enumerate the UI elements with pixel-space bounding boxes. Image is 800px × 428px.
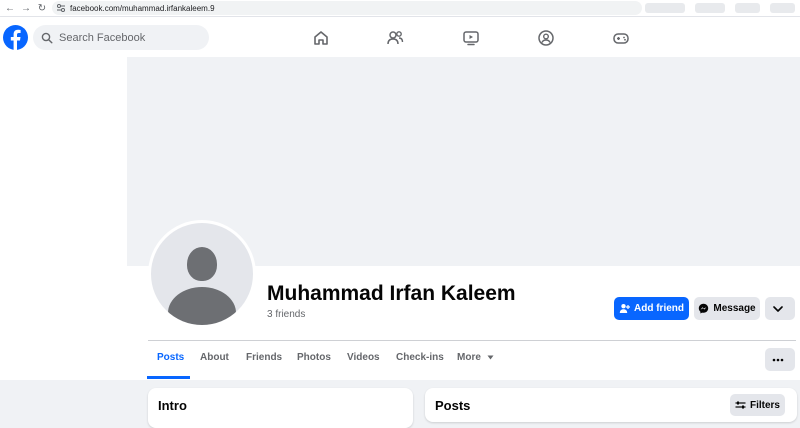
extension-icon[interactable] (645, 3, 685, 13)
tab-posts[interactable]: Posts (157, 352, 184, 363)
back-icon[interactable]: ← (4, 2, 16, 14)
facebook-logo-icon[interactable] (3, 25, 28, 50)
add-friend-icon (619, 304, 630, 313)
search-input[interactable]: Search Facebook (33, 25, 209, 50)
reload-icon[interactable]: ↻ (36, 2, 48, 14)
active-tab-indicator (147, 376, 190, 379)
top-navigation-bar: Search Facebook (0, 17, 800, 57)
message-label: Message (713, 303, 756, 314)
avatar-body-silhouette (168, 287, 236, 325)
friends-icon[interactable] (386, 29, 404, 47)
site-settings-icon[interactable] (56, 3, 66, 13)
caret-down-icon (487, 355, 494, 360)
intro-card: Intro (148, 388, 413, 428)
tab-check-ins[interactable]: Check-ins (396, 352, 444, 363)
address-bar[interactable]: facebook.com/muhammad.irfankaleem.9 (52, 1, 642, 15)
friends-count[interactable]: 3 friends (267, 309, 305, 320)
filters-icon (735, 401, 746, 409)
home-icon[interactable] (312, 29, 330, 47)
profile-divider (148, 340, 796, 341)
add-friend-button[interactable]: Add friend (614, 297, 689, 320)
filters-label: Filters (749, 399, 780, 411)
profile-picture-avatar[interactable] (151, 223, 253, 325)
groups-icon[interactable] (537, 29, 555, 47)
tab-videos[interactable]: Videos (347, 352, 380, 363)
profile-options-button[interactable] (765, 348, 795, 371)
left-sidebar (0, 57, 127, 380)
browser-toolbar: ← → ↻ facebook.com/muhammad.irfankaleem.… (0, 0, 800, 17)
extension-icon[interactable] (770, 3, 795, 13)
more-dots-icon (772, 358, 784, 361)
intro-title: Intro (158, 398, 187, 413)
message-button[interactable]: Message (694, 297, 760, 320)
profile-name: Muhammad Irfan Kaleem (267, 282, 516, 305)
search-placeholder: Search Facebook (59, 31, 146, 44)
forward-icon[interactable]: → (20, 2, 32, 14)
watch-icon[interactable] (462, 29, 480, 47)
tab-more-label: More (457, 352, 481, 363)
chevron-down-icon (773, 305, 783, 312)
avatar-head-silhouette (187, 247, 217, 281)
extension-icon[interactable] (735, 3, 760, 13)
posts-title: Posts (435, 398, 471, 413)
extension-icon[interactable] (695, 3, 725, 13)
more-actions-button[interactable] (765, 297, 795, 320)
search-icon (41, 32, 53, 44)
tab-more[interactable]: More (457, 352, 494, 363)
add-friend-label: Add friend (634, 303, 684, 314)
tab-about[interactable]: About (200, 352, 229, 363)
messenger-icon (699, 303, 709, 314)
tab-friends[interactable]: Friends (246, 352, 282, 363)
tab-photos[interactable]: Photos (297, 352, 331, 363)
filters-button[interactable]: Filters (730, 394, 785, 416)
url-text: facebook.com/muhammad.irfankaleem.9 (70, 3, 215, 13)
gaming-icon[interactable] (612, 29, 630, 47)
